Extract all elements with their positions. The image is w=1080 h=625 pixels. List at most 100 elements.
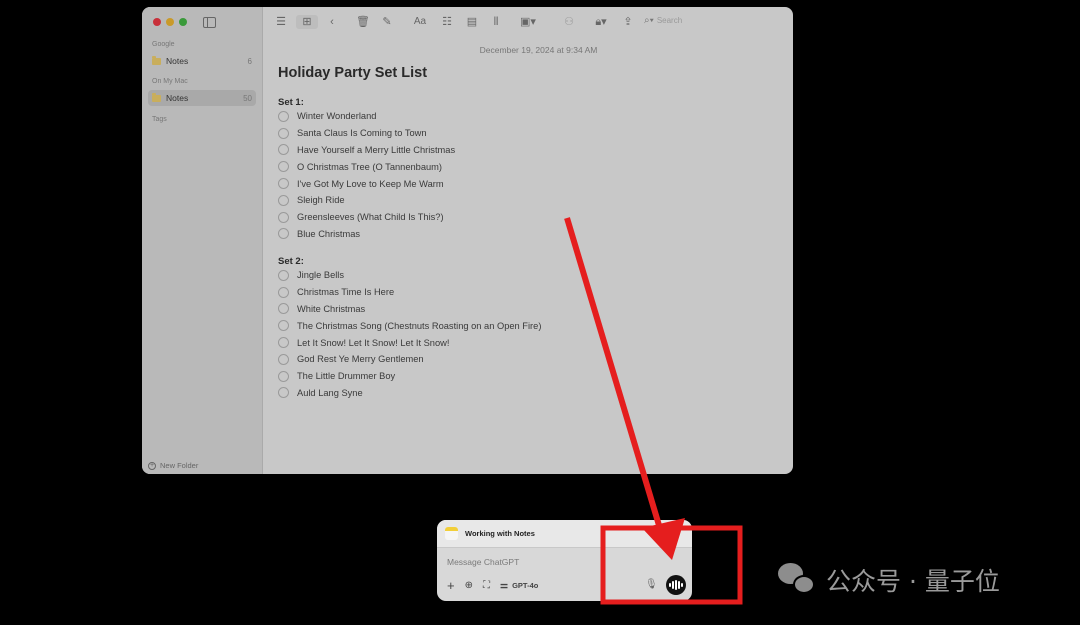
notes-app-icon: [445, 527, 458, 540]
item-text: Christmas Time Is Here: [297, 287, 395, 298]
section-label-google: Google: [152, 41, 175, 48]
checklist-item[interactable]: The Little Drummer Boy: [278, 368, 541, 385]
checkbox[interactable]: [278, 127, 289, 139]
sidebar-item-mac-notes[interactable]: Notes 50: [148, 90, 256, 106]
item-text: White Christmas: [297, 303, 366, 314]
checklist-item[interactable]: Christmas Time Is Here: [278, 284, 541, 301]
gallery-view-icon[interactable]: ⊞: [296, 15, 318, 29]
message-input[interactable]: [447, 557, 647, 567]
note-editor[interactable]: December 19, 2024 at 9:34 AM Holiday Par…: [264, 37, 793, 474]
checklist-icon[interactable]: ☷: [440, 15, 454, 29]
checklist-item[interactable]: The Christmas Song (Chestnuts Roasting o…: [278, 317, 541, 334]
plus-icon[interactable]: +: [447, 578, 455, 593]
voice-mode-button[interactable]: [666, 575, 686, 595]
checklist-item[interactable]: Santa Claus Is Coming to Town: [278, 125, 455, 142]
collaborate-icon[interactable]: ⚇: [562, 15, 576, 29]
checklist-item[interactable]: Auld Lang Syne: [278, 385, 541, 402]
checkbox[interactable]: [278, 337, 289, 349]
checklist-item[interactable]: Greensleeves (What Child Is This?): [278, 209, 455, 226]
trash-icon[interactable]: 🗑: [356, 15, 370, 29]
checkbox[interactable]: [278, 286, 289, 298]
watermark: 公众号 · 量子位: [778, 562, 1000, 598]
item-text: Have Yourself a Merry Little Christmas: [297, 144, 456, 155]
notes-window: Google Notes 6 On My Mac Notes 50 Tags +…: [142, 7, 793, 474]
chat-tools: + ⊕ ⛶ ⚌ GPT-4o: [447, 578, 538, 593]
table-icon[interactable]: ▤: [465, 15, 479, 29]
checkbox[interactable]: [278, 194, 289, 206]
window-controls: [153, 18, 187, 26]
checklist-item[interactable]: I've Got My Love to Keep Me Warm: [278, 175, 455, 192]
checkbox[interactable]: [278, 110, 289, 122]
microphone-icon[interactable]: 🎙︎: [645, 579, 658, 590]
folder-icon: [152, 55, 161, 65]
note-title: Holiday Party Set List: [278, 65, 428, 81]
set-1-list: Winter Wonderland Santa Claus Is Coming …: [278, 108, 455, 242]
plus-circle-icon: +: [148, 461, 156, 470]
item-text: Santa Claus Is Coming to Town: [297, 128, 427, 139]
lock-icon[interactable]: 🔒︎▾: [590, 15, 612, 29]
sidebar-item-google-notes[interactable]: Notes 6: [148, 53, 256, 69]
screenshot-icon[interactable]: ⛶: [483, 580, 490, 591]
checkbox[interactable]: [278, 320, 289, 332]
checkbox[interactable]: [278, 161, 289, 173]
new-folder-button[interactable]: + New Folder: [148, 461, 198, 470]
set-2-list: Jingle Bells Christmas Time Is Here Whit…: [278, 267, 541, 401]
checkbox[interactable]: [278, 370, 289, 382]
item-text: The Little Drummer Boy: [297, 371, 396, 382]
set-2-label: Set 2:: [278, 256, 304, 267]
item-text: Let It Snow! Let It Snow! Let It Snow!: [297, 337, 450, 348]
item-text: Blue Christmas: [297, 228, 361, 239]
search-field[interactable]: ⌕▾ Search: [644, 15, 682, 26]
globe-icon[interactable]: ⊕: [465, 580, 473, 591]
checklist-item[interactable]: Let It Snow! Let It Snow! Let It Snow!: [278, 334, 541, 351]
item-text: O Christmas Tree (O Tannenbaum): [297, 161, 443, 172]
checklist-item[interactable]: Winter Wonderland: [278, 108, 455, 125]
settings-sliders-icon: ⚌: [499, 580, 509, 590]
checkbox[interactable]: [278, 269, 289, 281]
section-label-on-my-mac: On My Mac: [152, 78, 188, 85]
set-1-label: Set 1:: [278, 97, 304, 108]
checkbox[interactable]: [278, 178, 289, 190]
item-text: Jingle Bells: [297, 270, 345, 281]
sidebar-toggle-icon[interactable]: [203, 17, 216, 28]
note-count: 50: [243, 93, 252, 103]
model-selector[interactable]: ⚌ GPT-4o: [500, 580, 538, 591]
audio-icon[interactable]: ⦀: [490, 15, 502, 29]
format-icon[interactable]: Aa: [412, 15, 428, 29]
checkbox[interactable]: [278, 228, 289, 240]
chat-context-title: Working with Notes: [465, 529, 535, 538]
sidebar-item-label: Notes: [166, 93, 189, 103]
item-text: Sleigh Ride: [297, 195, 345, 206]
checklist-item[interactable]: Jingle Bells: [278, 267, 541, 284]
zoom-button[interactable]: [179, 18, 187, 26]
note-date: December 19, 2024 at 9:34 AM: [479, 45, 598, 55]
minimize-button[interactable]: [166, 18, 174, 26]
checklist-item[interactable]: O Christmas Tree (O Tannenbaum): [278, 158, 455, 175]
tags-label[interactable]: Tags: [152, 116, 167, 123]
checklist-item[interactable]: White Christmas: [278, 301, 541, 318]
compose-icon[interactable]: ✎: [381, 15, 393, 29]
checkbox[interactable]: [278, 211, 289, 223]
checklist-item[interactable]: God Rest Ye Merry Gentlemen: [278, 351, 541, 368]
checkbox[interactable]: [278, 353, 289, 365]
checklist-item[interactable]: Blue Christmas: [278, 226, 455, 243]
wechat-icon: [778, 563, 818, 597]
checkbox[interactable]: [278, 303, 289, 315]
share-icon[interactable]: ⇪: [622, 15, 634, 29]
chatgpt-popup: Working with Notes + ⊕ ⛶ ⚌ GPT-4o 🎙︎: [437, 520, 692, 601]
item-text: Winter Wonderland: [297, 111, 377, 122]
media-icon[interactable]: ▣▾: [517, 15, 539, 29]
close-button[interactable]: [153, 18, 161, 26]
folder-icon: [152, 92, 161, 102]
search-icon: ⌕▾: [644, 15, 654, 26]
item-text: The Christmas Song (Chestnuts Roasting o…: [297, 320, 542, 331]
item-text: God Rest Ye Merry Gentlemen: [297, 354, 424, 365]
checkbox[interactable]: [278, 144, 289, 156]
list-view-icon[interactable]: ☰: [274, 15, 288, 29]
checkbox[interactable]: [278, 387, 289, 399]
model-label: GPT-4o: [512, 581, 539, 590]
checklist-item[interactable]: Sleigh Ride: [278, 192, 455, 209]
back-icon[interactable]: ‹: [326, 15, 338, 29]
checklist-item[interactable]: Have Yourself a Merry Little Christmas: [278, 142, 455, 159]
search-placeholder: Search: [656, 16, 683, 25]
